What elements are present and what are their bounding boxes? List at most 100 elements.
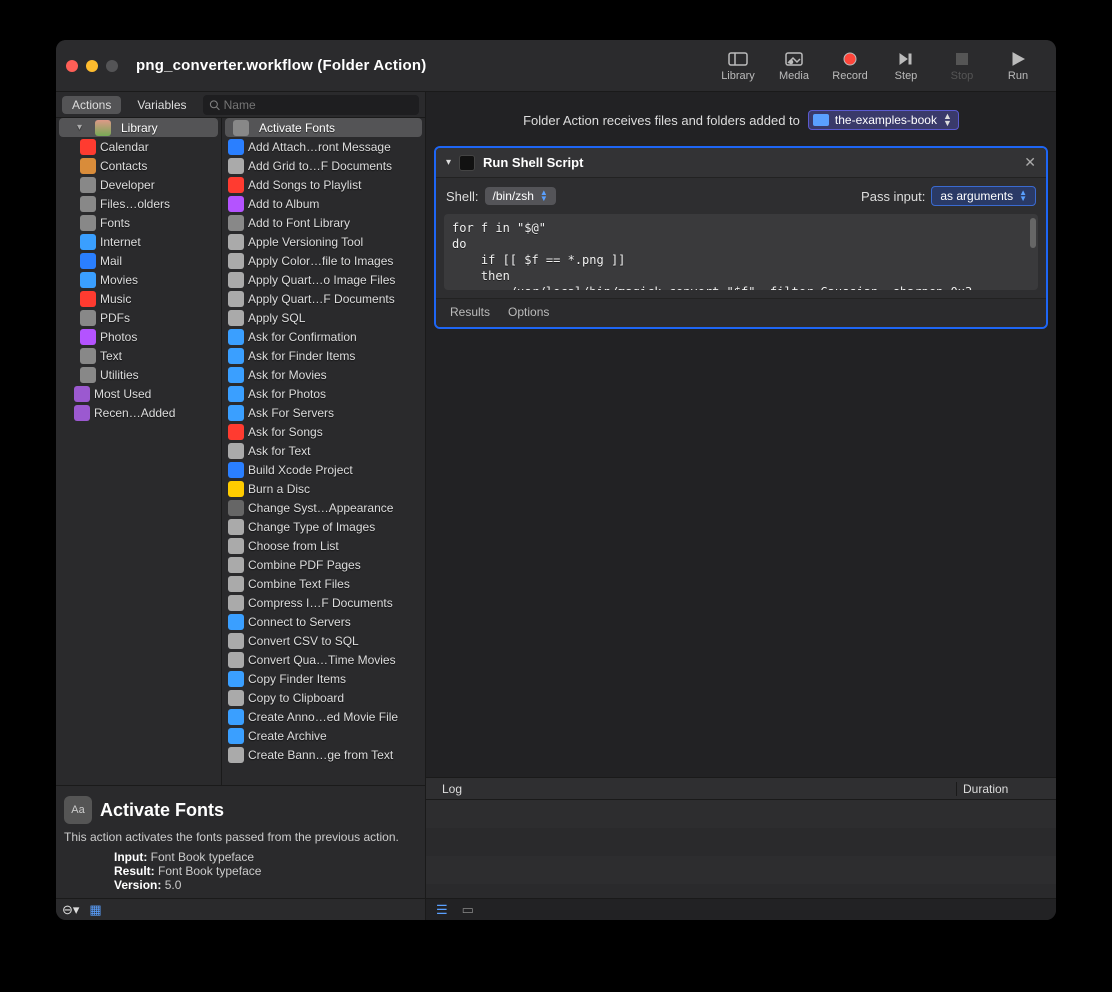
action-item[interactable]: Change Type of Images	[222, 517, 425, 536]
action-item[interactable]: Combine Text Files	[222, 574, 425, 593]
action-item[interactable]: Ask for Finder Items	[222, 346, 425, 365]
action-item[interactable]: Burn a Disc	[222, 479, 425, 498]
action-item[interactable]: Activate Fonts	[225, 118, 422, 137]
shell-label: Shell:	[446, 189, 479, 204]
action-icon	[228, 424, 244, 440]
search-field[interactable]	[203, 95, 420, 115]
action-item[interactable]: Add Songs to Playlist	[222, 175, 425, 194]
tree-item[interactable]: Text	[56, 346, 221, 365]
action-item[interactable]: Ask for Text	[222, 441, 425, 460]
action-item[interactable]: Copy Finder Items	[222, 669, 425, 688]
run-button[interactable]: Run	[990, 50, 1046, 82]
action-item[interactable]: Ask For Servers	[222, 403, 425, 422]
action-item[interactable]: Ask for Movies	[222, 365, 425, 384]
tree-root-library[interactable]: ▾ Library	[59, 118, 218, 137]
action-item[interactable]: Ask for Photos	[222, 384, 425, 403]
tab-actions[interactable]: Actions	[62, 96, 121, 114]
category-icon	[80, 234, 96, 250]
flow-view-button[interactable]: ▭	[462, 902, 474, 918]
tree-item[interactable]: Fonts	[56, 213, 221, 232]
action-item[interactable]: Convert Qua…Time Movies	[222, 650, 425, 669]
search-input[interactable]	[224, 98, 413, 112]
pass-input-label: Pass input:	[861, 189, 925, 204]
options-tab[interactable]: Options	[508, 305, 549, 319]
category-icon	[80, 291, 96, 307]
action-item[interactable]: Apply SQL	[222, 308, 425, 327]
tree-item[interactable]: Calendar	[56, 137, 221, 156]
action-item[interactable]: Add to Font Library	[222, 213, 425, 232]
action-item[interactable]: Add to Album	[222, 194, 425, 213]
action-item[interactable]: Create Bann…ge from Text	[222, 745, 425, 764]
tree-item[interactable]: Photos	[56, 327, 221, 346]
action-item[interactable]: Combine PDF Pages	[222, 555, 425, 574]
action-item[interactable]: Ask for Songs	[222, 422, 425, 441]
tree-item[interactable]: PDFs	[56, 308, 221, 327]
log-row	[426, 800, 1056, 828]
action-header[interactable]: ▾ Run Shell Script ✕	[436, 148, 1046, 178]
action-item[interactable]: Create Anno…ed Movie File	[222, 707, 425, 726]
run-icon	[990, 50, 1046, 68]
tree-item[interactable]: Music	[56, 289, 221, 308]
library-toggle-button[interactable]: Library	[710, 50, 766, 82]
action-item[interactable]: Apply Color…file to Images	[222, 251, 425, 270]
action-item[interactable]: Change Syst…Appearance	[222, 498, 425, 517]
script-textarea[interactable]: for f in "$@" do if [[ $f == *.png ]] th…	[444, 214, 1038, 290]
action-icon	[228, 348, 244, 364]
close-icon[interactable]: ✕	[1024, 154, 1036, 171]
action-icon	[228, 557, 244, 573]
list-view-button[interactable]: ☰	[436, 902, 448, 918]
scrollbar-thumb[interactable]	[1030, 218, 1036, 248]
tree-item[interactable]: Recen…Added	[56, 403, 221, 422]
library-icon	[95, 120, 111, 136]
action-item[interactable]: Choose from List	[222, 536, 425, 555]
main-bottom-bar: ☰ ▭	[426, 898, 1056, 920]
tree-item[interactable]: Utilities	[56, 365, 221, 384]
action-item[interactable]: Apply Quart…o Image Files	[222, 270, 425, 289]
media-button[interactable]: Media	[766, 50, 822, 82]
tree-item[interactable]: Movies	[56, 270, 221, 289]
folder-select[interactable]: the-examples-book ▲▼	[808, 110, 959, 130]
tab-variables[interactable]: Variables	[127, 96, 196, 114]
action-icon	[228, 519, 244, 535]
workflow-canvas[interactable]: ▾ Run Shell Script ✕ Shell: /bin/zsh ▲▼ …	[426, 140, 1056, 777]
category-tree[interactable]: ▾ Library CalendarContactsDeveloperFiles…	[56, 118, 221, 785]
tree-item[interactable]: Internet	[56, 232, 221, 251]
minimize-window-button[interactable]	[86, 60, 98, 72]
action-item[interactable]: Convert CSV to SQL	[222, 631, 425, 650]
duration-column-header[interactable]: Duration	[956, 782, 1056, 796]
log-column-header[interactable]: Log	[426, 782, 956, 796]
results-tab[interactable]: Results	[450, 305, 490, 319]
tree-item[interactable]: Files…olders	[56, 194, 221, 213]
log-row	[426, 828, 1056, 856]
record-button[interactable]: Record	[822, 50, 878, 82]
action-title: Run Shell Script	[483, 155, 583, 170]
action-item[interactable]: Add Attach…ront Message	[222, 137, 425, 156]
action-item[interactable]: Add Grid to…F Documents	[222, 156, 425, 175]
action-icon	[228, 139, 244, 155]
tree-item[interactable]: Mail	[56, 251, 221, 270]
chevron-down-icon[interactable]: ▾	[446, 157, 451, 168]
action-item[interactable]: Create Archive	[222, 726, 425, 745]
run-shell-script-action[interactable]: ▾ Run Shell Script ✕ Shell: /bin/zsh ▲▼ …	[434, 146, 1048, 329]
action-item[interactable]: Ask for Confirmation	[222, 327, 425, 346]
shell-select[interactable]: /bin/zsh ▲▼	[485, 187, 556, 205]
action-menu-button[interactable]: ⊖▾	[62, 902, 79, 918]
tree-item[interactable]: Contacts	[56, 156, 221, 175]
action-item[interactable]: Copy to Clipboard	[222, 688, 425, 707]
close-window-button[interactable]	[66, 60, 78, 72]
pass-input-select[interactable]: as arguments ▲▼	[931, 186, 1036, 206]
action-item[interactable]: Apple Versioning Tool	[222, 232, 425, 251]
view-mode-button[interactable]: ▦	[89, 902, 101, 918]
action-item[interactable]: Build Xcode Project	[222, 460, 425, 479]
step-button[interactable]: Step	[878, 50, 934, 82]
action-item[interactable]: Connect to Servers	[222, 612, 425, 631]
tree-item[interactable]: Most Used	[56, 384, 221, 403]
action-list[interactable]: Activate FontsAdd Attach…ront MessageAdd…	[221, 118, 425, 785]
action-item[interactable]: Compress I…F Documents	[222, 593, 425, 612]
tree-item[interactable]: Developer	[56, 175, 221, 194]
category-icon	[80, 177, 96, 193]
action-item[interactable]: Apply Quart…F Documents	[222, 289, 425, 308]
zoom-window-button[interactable]	[106, 60, 118, 72]
info-title: Activate Fonts	[100, 800, 224, 821]
folder-icon	[813, 114, 829, 126]
